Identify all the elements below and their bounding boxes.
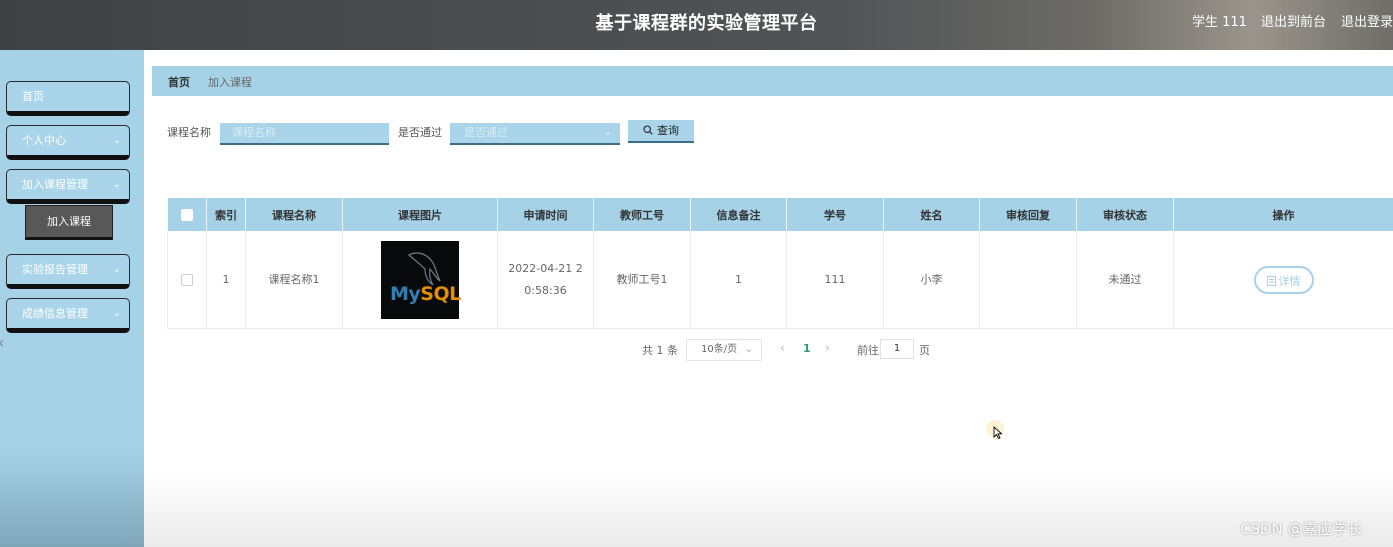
current-user: 学生 111 [1192, 15, 1247, 30]
breadcrumb-current: 加入课程 [208, 76, 252, 89]
col-header-course-image: 课程图片 [342, 198, 498, 231]
sidebar-item-grade-management[interactable]: 成绩信息管理 ⌄ [6, 298, 130, 333]
goto-label: 前往 [857, 344, 879, 357]
select-all-checkbox[interactable] [180, 209, 193, 221]
sidebar-item-label: 成绩信息管理 [22, 307, 88, 320]
front-page-link[interactable]: 退出到前台 [1261, 11, 1326, 30]
mysql-logo-image: MySQL [381, 240, 461, 319]
page-size-value: 10条/页 [701, 344, 738, 355]
name-cell: 小李 [883, 231, 980, 329]
action-cell: 详情 [1173, 231, 1393, 329]
mouse-cursor-icon [993, 426, 1002, 439]
col-header-student-id: 学号 [786, 198, 884, 231]
sidebar-item-label: 个人中心 [22, 134, 66, 147]
prev-page-button[interactable]: ‹ [780, 341, 785, 355]
watermark: CSDN @嘉应学长 [1240, 520, 1363, 538]
col-header-review-status: 审核状态 [1076, 198, 1174, 231]
sidebar-item-label: 首页 [22, 90, 44, 103]
query-button[interactable]: 查询 [628, 120, 694, 143]
col-header-index: 索引 [206, 198, 246, 231]
col-header-review-reply: 审核回复 [979, 198, 1077, 231]
bottom-gradient [144, 470, 1393, 547]
top-header: 基于课程群的实验管理平台 学生 111 退出到前台 退出登录 [0, 0, 1393, 50]
row-select-cell[interactable] [167, 231, 207, 329]
apply-time-text: 2022-04-21 20:58:36 [508, 261, 583, 297]
chevron-down-icon: ⌄ [112, 308, 121, 319]
student-id-cell: 111 [786, 231, 884, 329]
page-size-select[interactable]: 10条/页 ⌄ [686, 339, 762, 361]
col-header-apply-time: 申请时间 [497, 198, 594, 231]
logout-link[interactable]: 退出登录 [1341, 11, 1393, 30]
sidebar-item-lab-report-management[interactable]: 实验报告管理 ⌄ [6, 254, 130, 289]
chevron-down-icon: ⌄ [112, 135, 121, 146]
detail-button-label: 详情 [1278, 274, 1301, 288]
course-name-input[interactable]: 课程名称 [220, 123, 389, 145]
select-all-header[interactable] [167, 198, 207, 231]
dolphin-icon [407, 252, 441, 285]
course-name-cell: 课程名称1 [245, 231, 343, 329]
review-reply-cell [979, 231, 1077, 329]
row-checkbox[interactable] [181, 273, 193, 286]
sidebar-item-label: 加入课程管理 [22, 178, 88, 191]
index-cell: 1 [206, 231, 246, 329]
passed-label: 是否通过 [398, 126, 442, 139]
review-status-cell: 未通过 [1076, 231, 1174, 329]
col-header-course-name: 课程名称 [245, 198, 343, 231]
page-number-button[interactable]: 1 [803, 342, 811, 355]
passed-select-placeholder: 是否通过 [464, 126, 508, 139]
teacher-id-cell: 教师工号1 [593, 231, 691, 329]
breadcrumb-home[interactable]: 首页 [168, 74, 190, 90]
query-button-label: 查询 [657, 124, 679, 137]
chevron-down-icon: ⌄ [603, 127, 612, 138]
sidebar-item-personal-center[interactable]: 个人中心 ⌄ [6, 125, 130, 160]
apply-time-cell: 2022-04-21 20:58:36 [497, 231, 594, 329]
passed-select[interactable]: 是否通过 ⌄ [450, 123, 620, 145]
next-page-button[interactable]: › [825, 341, 830, 355]
breadcrumb: 首页 加入课程 [152, 66, 1393, 96]
col-header-action: 操作 [1173, 198, 1393, 231]
chevron-down-icon: ⌄ [744, 344, 753, 355]
course-name-label: 课程名称 [167, 126, 211, 139]
pagination-total: 共 1 条 [642, 344, 678, 357]
sidebar-item-join-course-management[interactable]: 加入课程管理 ⌄ [6, 169, 130, 204]
search-icon [643, 125, 653, 135]
chevron-down-icon: ⌄ [112, 179, 121, 190]
mysql-logo-text: MySQL [390, 283, 461, 305]
course-image-cell: MySQL [342, 231, 498, 329]
col-header-teacher-id: 教师工号 [593, 198, 691, 231]
col-header-name: 姓名 [883, 198, 980, 231]
goto-page-input[interactable]: 1 [880, 339, 914, 359]
collapse-sidebar-icon[interactable]: ‹ [0, 333, 4, 352]
chevron-down-icon: ⌄ [112, 264, 121, 275]
app-title: 基于课程群的实验管理平台 [595, 13, 818, 34]
course-table: 索引 课程名称 课程图片 申请时间 教师工号 信息备注 学号 姓名 审核回复 审… [167, 198, 1393, 329]
col-header-remark: 信息备注 [690, 198, 787, 231]
table-header-row: 索引 课程名称 课程图片 申请时间 教师工号 信息备注 学号 姓名 审核回复 审… [167, 198, 1393, 231]
document-icon [1266, 275, 1276, 286]
mysql-logo-sql: SQL [420, 282, 461, 305]
table-row: 1 课程名称1 MySQL 2022-04-21 20:58:36 教师工号1 … [167, 231, 1393, 329]
detail-button[interactable]: 详情 [1253, 265, 1314, 294]
sidebar-item-label: 实验报告管理 [22, 263, 88, 276]
remark-cell: 1 [690, 231, 787, 329]
submenu-item-join-course[interactable]: 加入课程 [25, 205, 113, 240]
sidebar-item-home[interactable]: 首页 [6, 81, 130, 116]
page-suffix-label: 页 [919, 344, 930, 357]
mysql-logo-my: My [390, 282, 421, 305]
